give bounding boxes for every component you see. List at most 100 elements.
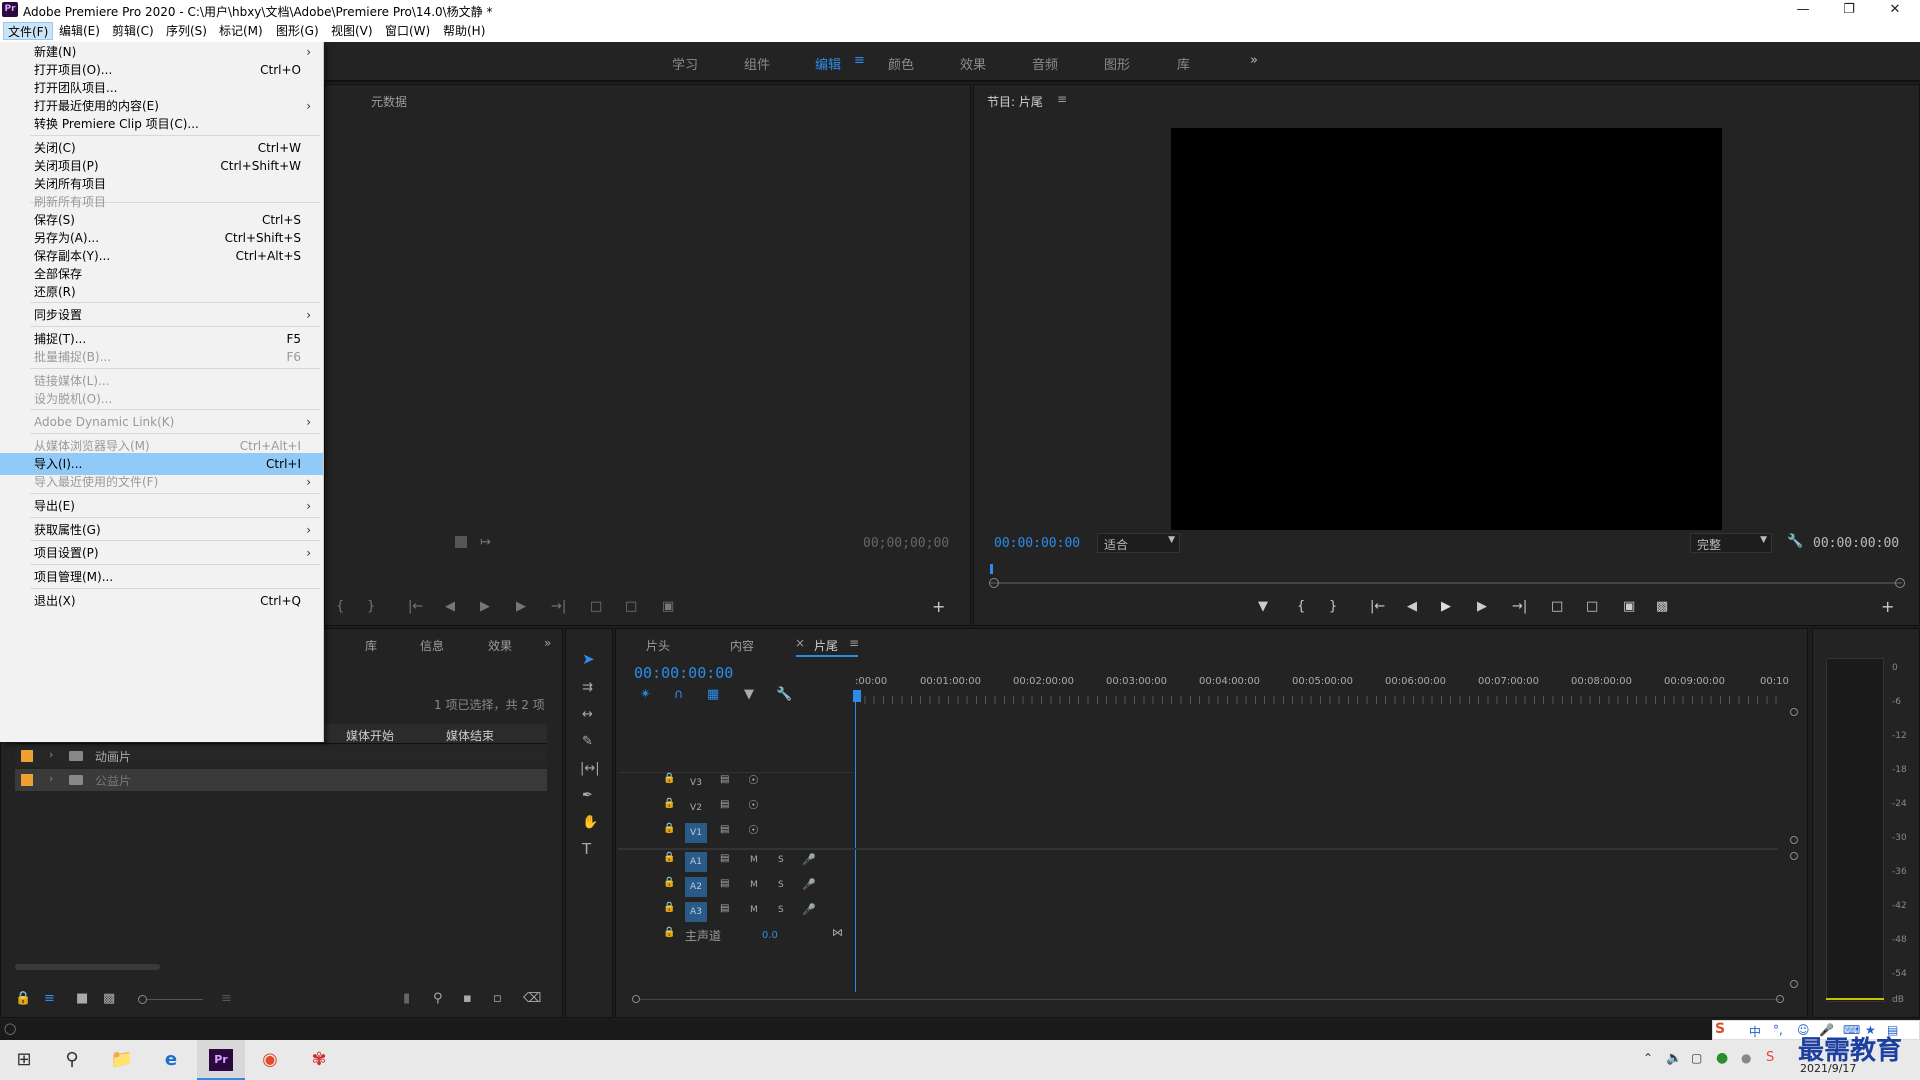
hand-tool-icon[interactable]: ✋ <box>582 816 598 829</box>
sort-icon[interactable]: ≡ <box>221 992 232 1005</box>
file-menu-item[interactable]: 项目管理(M)... <box>0 566 323 588</box>
add-button-icon[interactable]: + <box>1881 599 1894 615</box>
tab-sequence-intro[interactable]: 片头 <box>646 637 670 654</box>
file-menu-item[interactable]: 转换 Premiere Clip 项目(C)... <box>0 113 323 135</box>
chevron-right-icon[interactable]: › <box>49 748 53 761</box>
menu-view[interactable]: 视图(V) <box>327 22 377 40</box>
solo-button[interactable]: S <box>778 880 784 890</box>
sync-lock-icon[interactable]: ▤ <box>720 903 729 914</box>
master-volume-value[interactable]: 0.0 <box>762 930 778 941</box>
edge-browser-icon[interactable]: e <box>147 1040 195 1080</box>
nest-icon[interactable]: ✴ <box>640 688 651 701</box>
lock-icon[interactable]: 🔒 <box>663 927 675 938</box>
mute-button[interactable]: M <box>750 905 758 915</box>
zoom-slider-handle[interactable] <box>138 995 147 1004</box>
panel-overflow-icon[interactable]: » <box>544 636 551 650</box>
microphone-icon[interactable]: 🎤 <box>802 878 816 891</box>
menu-file[interactable]: 文件(F) <box>3 22 54 40</box>
add-button-icon[interactable]: + <box>932 599 945 615</box>
mute-button[interactable]: M <box>750 880 758 890</box>
track-a2[interactable]: A2 <box>685 877 707 897</box>
column-media-end[interactable]: 媒体结束 <box>446 727 494 744</box>
file-menu-item[interactable]: 同步设置 › <box>0 304 323 326</box>
menu-help[interactable]: 帮助(H) <box>439 22 489 40</box>
go-to-out-icon[interactable]: →| <box>1512 600 1527 613</box>
go-to-in-icon[interactable]: |← <box>408 600 423 613</box>
menu-edit[interactable]: 编辑(E) <box>55 22 104 40</box>
timeline-menu-icon[interactable]: ≡ <box>849 636 859 650</box>
zoom-scroll-right-handle[interactable] <box>1776 995 1784 1003</box>
mark-in-icon[interactable]: { <box>1297 600 1305 613</box>
windows-start-icon[interactable]: ⊞ <box>0 1040 48 1080</box>
metadata-tab[interactable]: 元数据 <box>371 93 407 110</box>
mute-button[interactable]: M <box>750 855 758 865</box>
file-menu-item[interactable]: 导出(E) › <box>0 495 323 517</box>
timeline-zoom-scrollbar[interactable] <box>640 999 1780 1000</box>
sogou-tray-icon[interactable]: S <box>1766 1050 1774 1065</box>
go-to-edit-icon[interactable]: ⋈ <box>832 926 843 939</box>
play-icon[interactable]: ▶ <box>1441 600 1451 613</box>
menu-graphics[interactable]: 图形(G) <box>272 22 323 40</box>
ripple-edit-tool-icon[interactable]: ↔ <box>582 708 593 721</box>
razor-tool-icon[interactable]: ✎ <box>582 735 593 748</box>
ime-punctuation-icon[interactable]: °, <box>1773 1023 1783 1037</box>
tray-app-icon[interactable]: ● <box>1741 1051 1751 1065</box>
program-scrub-bar[interactable] <box>990 582 1902 584</box>
export-frame-icon[interactable]: ▣ <box>662 600 674 613</box>
column-media-start[interactable]: 媒体开始 <box>346 727 394 744</box>
workspace-effects[interactable]: 效果 <box>960 54 986 73</box>
program-playhead[interactable] <box>990 564 993 574</box>
workspace-libraries[interactable]: 库 <box>1177 54 1190 73</box>
track-a1[interactable]: A1 <box>685 852 707 872</box>
sync-lock-icon[interactable]: ▤ <box>720 853 729 864</box>
track-v1[interactable]: V1 <box>685 823 707 843</box>
add-marker-icon[interactable]: ▼ <box>744 688 754 701</box>
microphone-icon[interactable]: 🎤 <box>802 853 816 866</box>
track-select-tool-icon[interactable]: ⇉ <box>582 681 593 694</box>
pen-tool-icon[interactable]: ✒ <box>582 789 593 802</box>
lock-icon[interactable]: 🔒 <box>663 798 675 809</box>
workspace-graphics[interactable]: 图形 <box>1104 54 1130 73</box>
tab-sequence-outro[interactable]: 片尾 <box>814 637 838 654</box>
time-ruler-ticks[interactable] <box>855 696 1785 704</box>
add-marker-icon[interactable]: ▼ <box>1258 600 1268 613</box>
minimize-button[interactable]: — <box>1780 1 1826 19</box>
compare-view-icon[interactable]: ▩ <box>1656 600 1668 613</box>
new-bin-icon[interactable]: ▪ <box>463 992 472 1005</box>
automate-sequence-icon[interactable]: ▮ <box>403 992 410 1005</box>
tab-sequence-content[interactable]: 内容 <box>730 637 754 654</box>
label-color-swatch[interactable] <box>21 774 33 786</box>
step-back-icon[interactable]: ◀ <box>1407 600 1417 613</box>
file-menu-item[interactable]: 项目设置(P) › <box>0 542 323 564</box>
vertical-scroll-handle[interactable] <box>1790 836 1798 844</box>
solo-button[interactable]: S <box>778 905 784 915</box>
workspace-menu-icon[interactable]: ≡ <box>854 53 865 68</box>
file-menu-item[interactable]: 获取属性(G) › <box>0 519 323 541</box>
track-v3[interactable]: V3 <box>685 773 707 793</box>
tab-info[interactable]: 信息 <box>420 637 444 654</box>
sync-lock-icon[interactable]: ▤ <box>720 774 729 785</box>
solo-button[interactable]: S <box>778 855 784 865</box>
timeline-settings-icon[interactable]: 🔧 <box>776 688 792 701</box>
lock-icon[interactable]: 🔒 <box>15 992 31 1005</box>
linked-selection-icon[interactable]: ▦ <box>707 688 719 701</box>
new-item-icon[interactable]: ▫ <box>493 992 502 1005</box>
step-forward-icon[interactable]: ▶ <box>516 600 526 613</box>
app-icon[interactable]: ✾ <box>295 1040 343 1080</box>
timeline-timecode[interactable]: 00:00:00:00 <box>634 664 733 682</box>
find-icon[interactable]: ⚲ <box>433 992 443 1005</box>
list-item[interactable]: › 动画片 <box>15 745 547 767</box>
restore-button[interactable]: ❐ <box>1826 1 1872 19</box>
search-icon[interactable]: ⚲ <box>48 1040 96 1080</box>
workspace-audio[interactable]: 音频 <box>1032 54 1058 73</box>
list-view-icon[interactable]: ≡ <box>44 992 55 1005</box>
overwrite-icon[interactable]: □ <box>625 600 637 613</box>
track-v2[interactable]: V2 <box>685 798 707 818</box>
insert-icon[interactable]: □ <box>590 600 602 613</box>
icon-view-icon[interactable]: ■ <box>76 992 88 1005</box>
lock-icon[interactable]: 🔒 <box>663 823 675 834</box>
file-explorer-icon[interactable]: 📁 <box>98 1040 146 1080</box>
chevron-right-icon[interactable]: › <box>49 772 53 785</box>
play-icon[interactable]: ▶ <box>480 600 490 613</box>
freeform-view-icon[interactable]: ▩ <box>103 992 115 1005</box>
